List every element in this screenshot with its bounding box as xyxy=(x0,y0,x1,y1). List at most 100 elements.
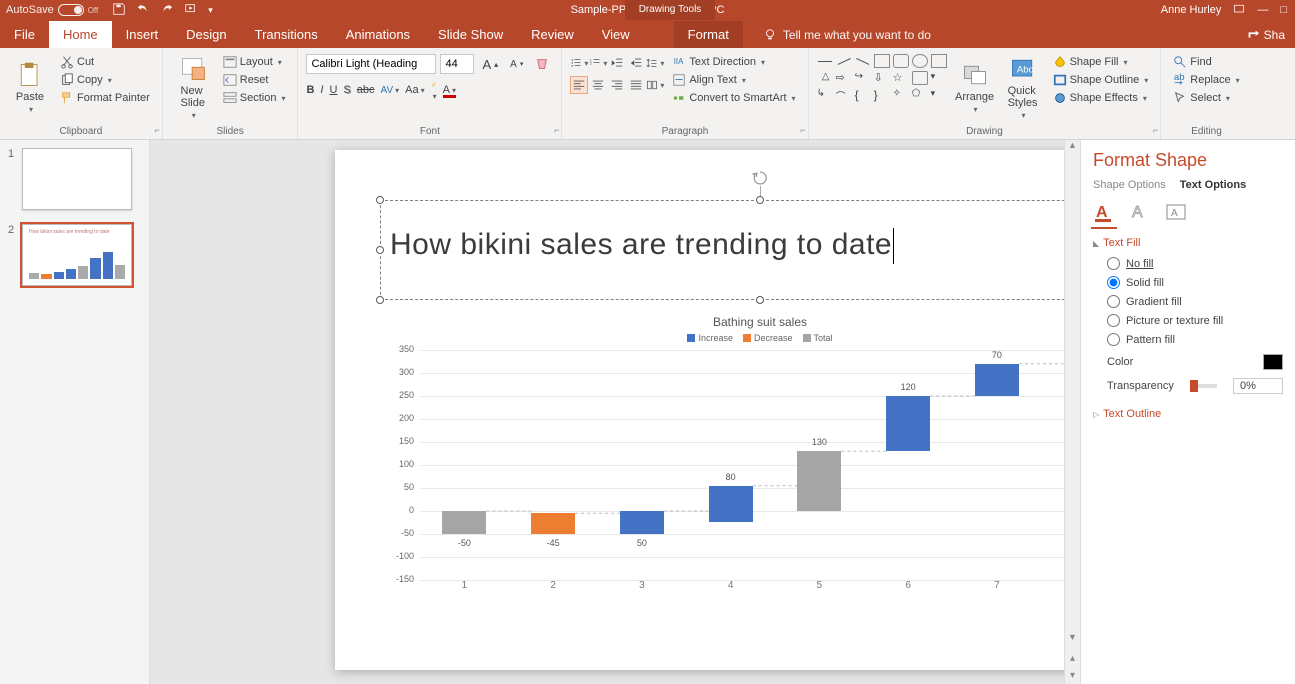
transparency-slider[interactable] xyxy=(1190,384,1217,388)
text-options-tab[interactable]: Text Options xyxy=(1180,179,1246,191)
rotate-handle-icon[interactable] xyxy=(752,170,768,186)
slide-thumbnail-2[interactable]: How bikini sales are trending to date xyxy=(22,224,132,286)
change-case-icon[interactable]: Aa xyxy=(405,84,424,96)
slide-canvas-area[interactable]: How bikini sales are trending to date Ba… xyxy=(150,140,1080,684)
new-slide-button[interactable]: New Slide xyxy=(171,54,215,120)
layout-button[interactable]: Layout xyxy=(219,54,290,70)
shape-fill-button[interactable]: Shape Fill xyxy=(1049,54,1153,70)
gradient-fill-radio[interactable]: Gradient fill xyxy=(1107,295,1283,308)
text-direction-button[interactable]: IIAText Direction xyxy=(668,54,799,70)
text-fill-section[interactable]: Text Fill xyxy=(1093,237,1283,249)
title-text-box[interactable]: How bikini sales are trending to date xyxy=(380,200,1080,300)
solid-fill-radio[interactable]: Solid fill xyxy=(1107,276,1283,289)
shrink-font-icon[interactable]: A▾ xyxy=(506,58,527,71)
next-slide-icon[interactable]: ▾ xyxy=(1070,670,1075,681)
slide-thumbnail-1[interactable] xyxy=(22,148,132,210)
autosave-toggle[interactable]: AutoSave Off xyxy=(6,4,98,16)
color-swatch[interactable] xyxy=(1263,354,1283,370)
select-button[interactable]: Select xyxy=(1169,90,1243,106)
scroll-down-icon[interactable]: ▼ xyxy=(1065,632,1080,648)
italic-icon[interactable]: I xyxy=(320,84,323,96)
start-from-beginning-icon[interactable] xyxy=(184,2,198,19)
reset-button[interactable]: Reset xyxy=(219,72,290,88)
user-name[interactable]: Anne Hurley xyxy=(1161,4,1222,16)
slide[interactable]: How bikini sales are trending to date Ba… xyxy=(335,150,1080,670)
prev-slide-icon[interactable]: ▴ xyxy=(1070,653,1075,664)
quick-styles-button[interactable]: AbcQuick Styles xyxy=(1001,54,1045,120)
font-launcher-icon[interactable]: ⌐ xyxy=(547,125,559,137)
strike-icon[interactable]: abc xyxy=(357,84,375,96)
tab-insert[interactable]: Insert xyxy=(112,21,173,48)
section-button[interactable]: Section xyxy=(219,90,290,106)
align-left-icon[interactable] xyxy=(570,76,588,94)
save-icon[interactable] xyxy=(112,2,126,19)
vertical-scrollbar[interactable]: ▲ ▼ ▴ ▾ xyxy=(1064,140,1080,684)
text-effects-icon[interactable]: A xyxy=(1129,201,1151,223)
undo-icon[interactable] xyxy=(136,2,150,19)
justify-icon[interactable] xyxy=(627,76,645,94)
grow-font-icon[interactable]: A▴ xyxy=(478,56,502,73)
maximize-icon[interactable]: □ xyxy=(1280,4,1287,16)
picture-fill-radio[interactable]: Picture or texture fill xyxy=(1107,314,1283,327)
resize-handle[interactable] xyxy=(376,246,384,254)
paragraph-launcher-icon[interactable]: ⌐ xyxy=(794,125,806,137)
slide-title-text[interactable]: How bikini sales are trending to date xyxy=(390,228,892,261)
minimize-icon[interactable]: — xyxy=(1257,4,1268,16)
shape-options-tab[interactable]: Shape Options xyxy=(1093,179,1166,191)
tab-file[interactable]: File xyxy=(0,21,49,48)
tab-transitions[interactable]: Transitions xyxy=(241,21,332,48)
clipboard-launcher-icon[interactable]: ⌐ xyxy=(148,125,160,137)
waterfall-chart[interactable]: Bathing suit sales IncreaseDecreaseTotal… xyxy=(380,315,1080,615)
smartart-button[interactable]: Convert to SmartArt xyxy=(668,90,799,106)
resize-handle[interactable] xyxy=(376,196,384,204)
tab-home[interactable]: Home xyxy=(49,21,112,48)
align-center-icon[interactable] xyxy=(589,76,607,94)
tab-slideshow[interactable]: Slide Show xyxy=(424,21,517,48)
tell-me-search[interactable]: Tell me what you want to do xyxy=(763,28,931,48)
text-fill-outline-icon[interactable]: A xyxy=(1093,201,1115,223)
tab-design[interactable]: Design xyxy=(172,21,240,48)
tab-animations[interactable]: Animations xyxy=(332,21,424,48)
replace-button[interactable]: abReplace xyxy=(1169,72,1243,88)
paste-button[interactable]: Paste xyxy=(8,54,52,120)
ribbon-display-icon[interactable] xyxy=(1233,3,1245,18)
shadow-icon[interactable]: S xyxy=(343,84,350,96)
tab-format[interactable]: Format xyxy=(674,21,743,48)
textbox-icon[interactable]: A xyxy=(1165,201,1187,223)
cut-button[interactable]: Cut xyxy=(56,54,154,70)
transparency-value[interactable]: 0% xyxy=(1233,378,1283,394)
redo-icon[interactable] xyxy=(160,2,174,19)
columns-icon[interactable] xyxy=(646,76,664,94)
underline-icon[interactable]: U xyxy=(329,84,337,96)
shape-outline-button[interactable]: Shape Outline xyxy=(1049,72,1153,88)
char-spacing-icon[interactable]: AV xyxy=(381,85,400,96)
font-color-icon[interactable]: A xyxy=(443,84,456,96)
clear-formatting-icon[interactable] xyxy=(531,56,553,72)
copy-button[interactable]: Copy xyxy=(56,72,154,88)
pattern-fill-radio[interactable]: Pattern fill xyxy=(1107,333,1283,346)
highlight-icon[interactable] xyxy=(431,78,437,102)
tab-view[interactable]: View xyxy=(588,21,644,48)
resize-handle[interactable] xyxy=(756,296,764,304)
font-name-combo[interactable] xyxy=(306,54,436,74)
shapes-gallery[interactable]: △⇨↪⇩☆▾ ↳⌒{}✧⬠▾ xyxy=(817,54,949,104)
font-size-combo[interactable] xyxy=(440,54,474,74)
color-field[interactable]: Color xyxy=(1107,354,1283,370)
increase-indent-icon[interactable] xyxy=(627,54,645,72)
decrease-indent-icon[interactable] xyxy=(608,54,626,72)
share-button[interactable]: Sha xyxy=(1236,22,1295,48)
drawing-launcher-icon[interactable]: ⌐ xyxy=(1146,125,1158,137)
line-spacing-icon[interactable] xyxy=(646,54,664,72)
align-right-icon[interactable] xyxy=(608,76,626,94)
text-outline-section[interactable]: Text Outline xyxy=(1093,408,1283,420)
find-button[interactable]: Find xyxy=(1169,54,1243,70)
align-text-button[interactable]: Align Text xyxy=(668,72,799,88)
resize-handle[interactable] xyxy=(756,196,764,204)
transparency-field[interactable]: Transparency 0% xyxy=(1107,378,1283,394)
no-fill-radio[interactable]: No fill xyxy=(1107,257,1283,270)
format-painter-button[interactable]: Format Painter xyxy=(56,90,154,106)
arrange-button[interactable]: Arrange xyxy=(953,54,997,120)
scroll-up-icon[interactable]: ▲ xyxy=(1065,140,1080,156)
bold-icon[interactable]: B xyxy=(306,84,314,96)
qat-dropdown-icon[interactable]: ▾ xyxy=(208,5,213,16)
